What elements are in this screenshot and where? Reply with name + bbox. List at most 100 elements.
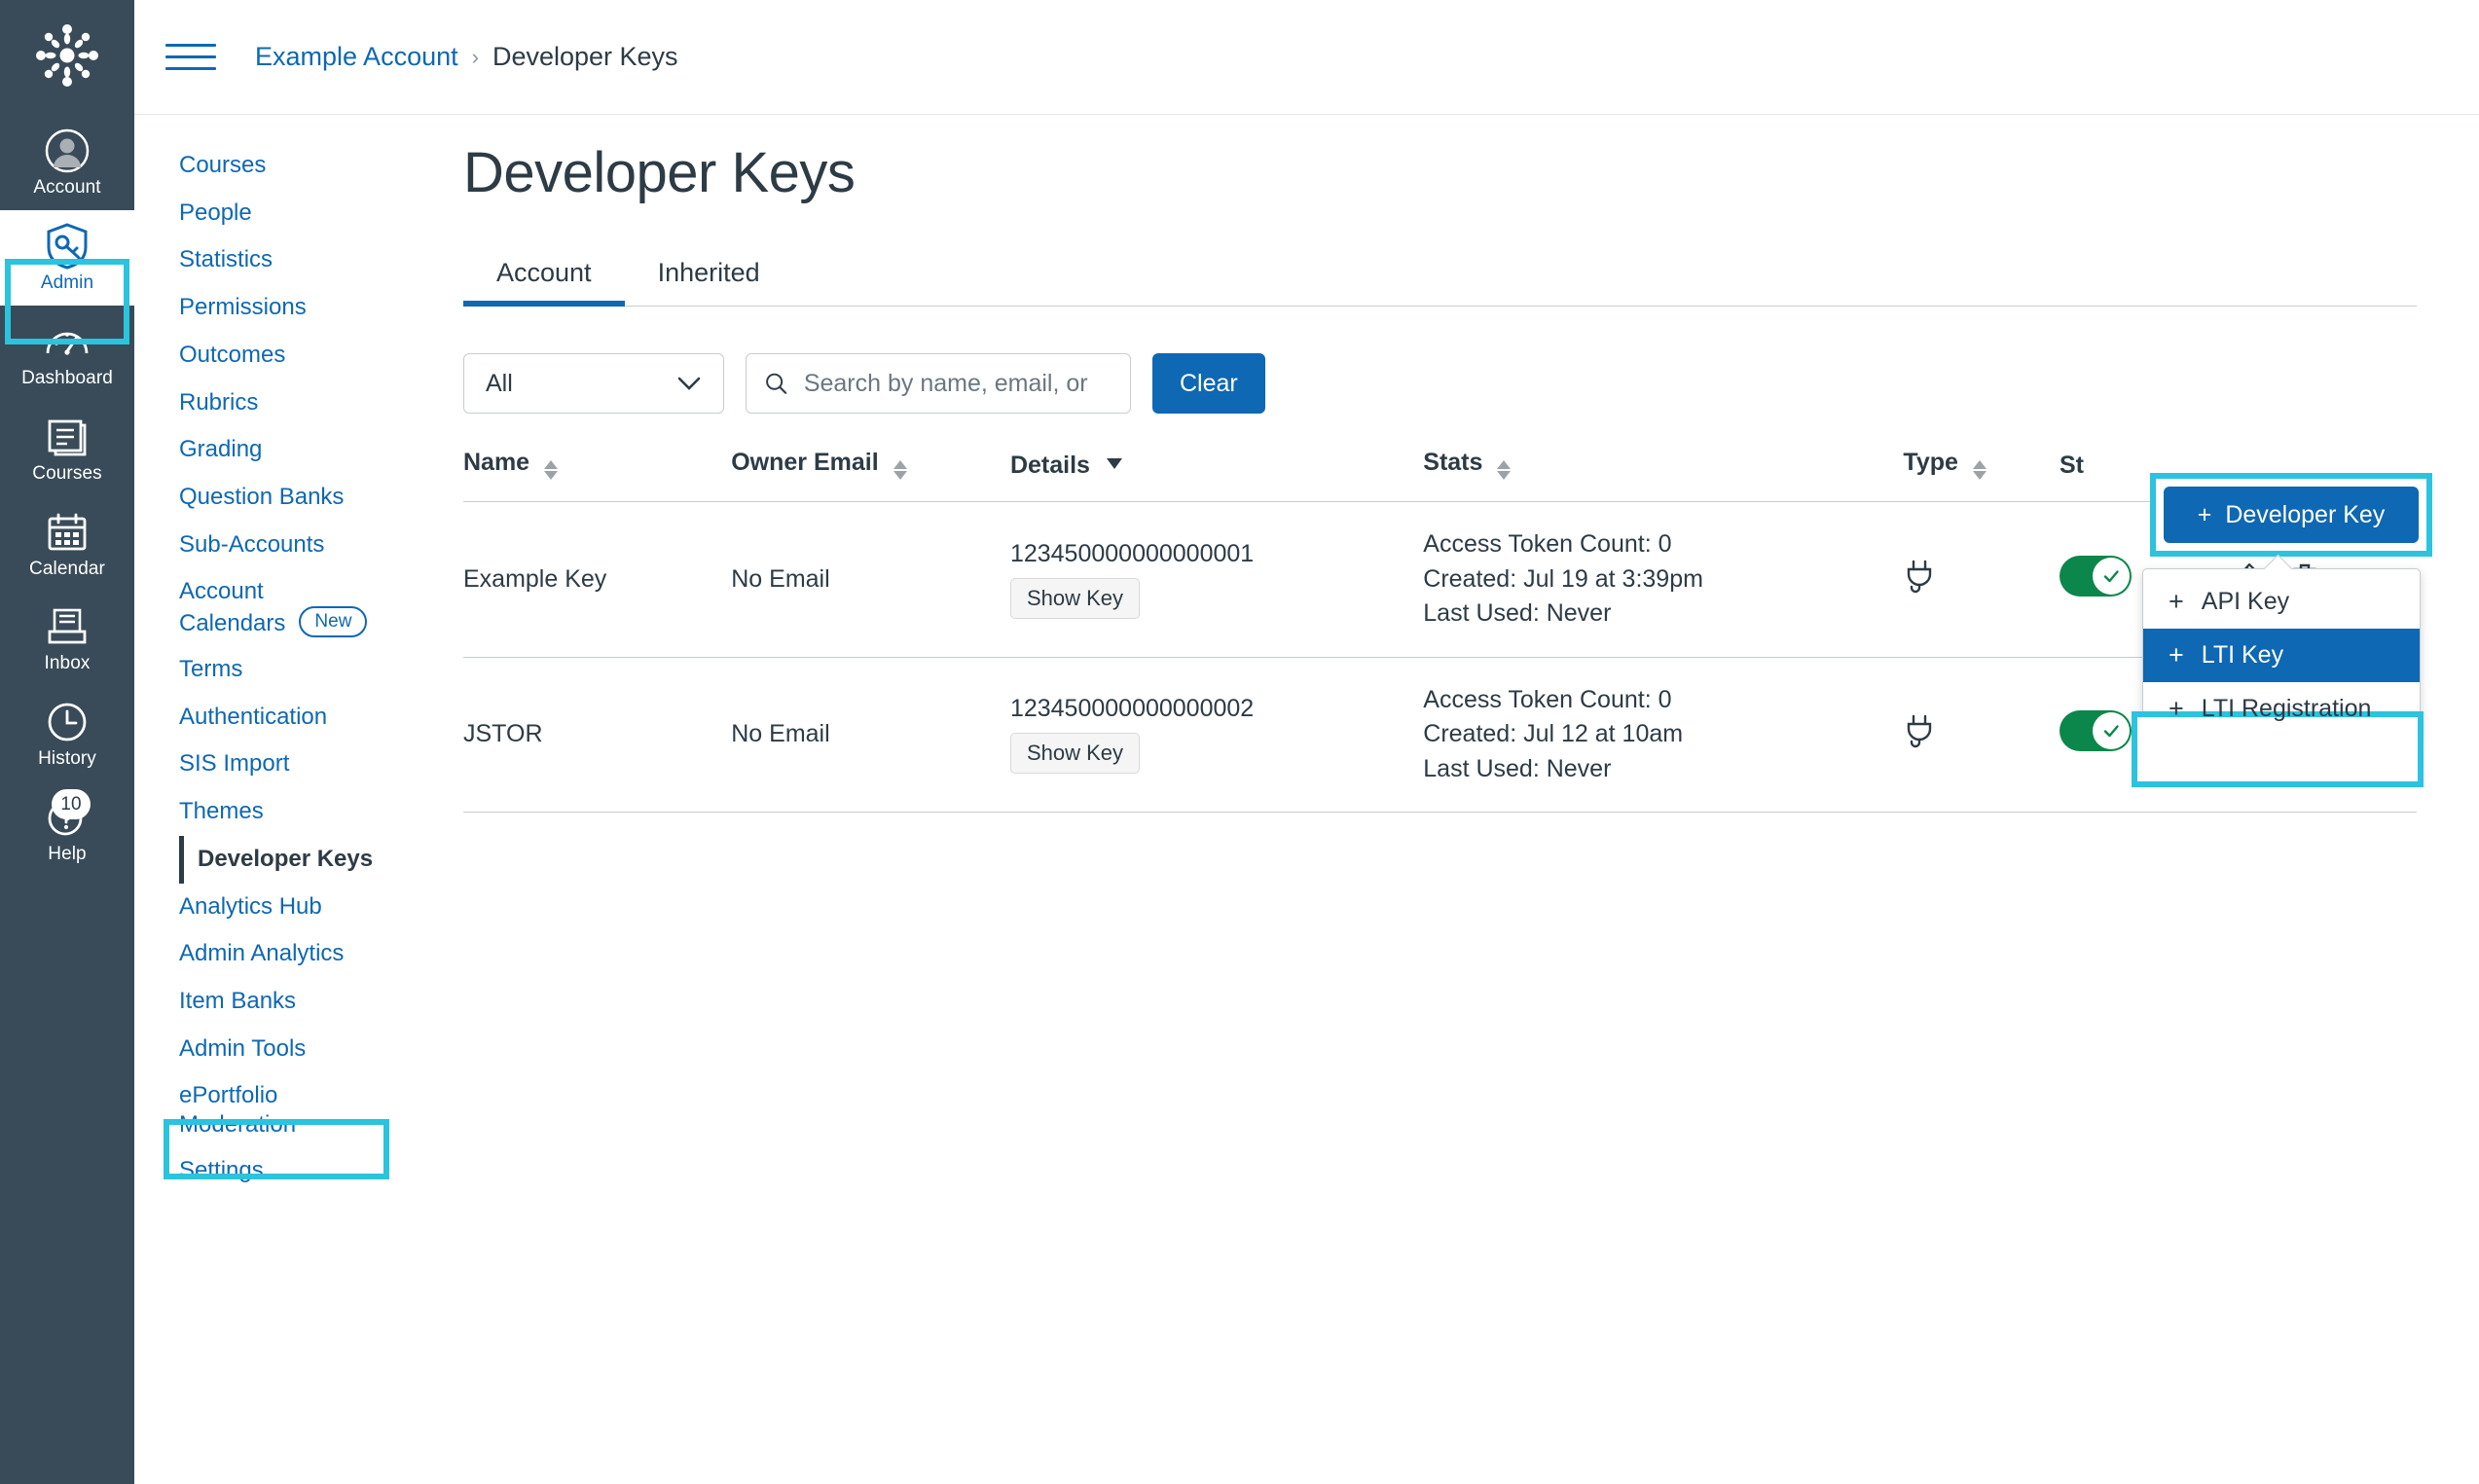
type-filter-select[interactable]: All [463, 353, 724, 414]
table-row: JSTOR No Email 123450000000000002 Show K… [463, 657, 2417, 813]
menu-item-lti-registration[interactable]: + LTI Registration [2143, 682, 2420, 736]
table-header-row: Name Owner Email Details Stats Type St [463, 449, 2417, 502]
global-navigation: Account Admin Dashboard Courses Calendar… [0, 0, 134, 1484]
show-key-button[interactable]: Show Key [1009, 733, 1140, 775]
breadcrumb-account-link[interactable]: Example Account [255, 42, 458, 72]
menu-item-api-key[interactable]: + API Key [2143, 575, 2420, 629]
add-developer-key-area: + Developer Key + API Key + LTI Key + LT… [2132, 473, 2432, 787]
global-nav-calendar-label: Calendar [29, 558, 105, 579]
global-nav-help-label: Help [48, 844, 87, 865]
subnav-item-settings[interactable]: Settings [179, 1147, 426, 1195]
stat-created: Created: Jul 12 at 10am [1423, 720, 1684, 747]
subnav-item-sub-accounts[interactable]: Sub-Accounts [179, 522, 426, 569]
header-name[interactable]: Name [463, 449, 732, 502]
tab-inherited[interactable]: Inherited [625, 250, 793, 306]
key-scope-tabs: Account Inherited [463, 250, 2417, 307]
help-badge-count: 10 [52, 789, 91, 820]
subnav-item-statistics[interactable]: Statistics [179, 236, 426, 284]
sort-icon [1972, 460, 1987, 480]
subnav-item-authentication[interactable]: Authentication [179, 694, 426, 742]
cell-owner-email: No Email [731, 501, 1010, 658]
search-input[interactable] [803, 369, 1112, 398]
subnav-item-admin-tools[interactable]: Admin Tools [179, 1026, 426, 1073]
header-details[interactable]: Details [1009, 449, 1424, 502]
toggle-knob [2092, 557, 2130, 595]
subnav-item-outcomes[interactable]: Outcomes [179, 332, 426, 380]
subnav-item-permissions[interactable]: Permissions [179, 284, 426, 332]
breadcrumb-separator-icon: › [471, 44, 479, 69]
subnav-item-grading[interactable]: Grading [179, 426, 426, 474]
stat-access-token-count: Access Token Count: 0 [1423, 685, 1672, 713]
add-developer-key-button[interactable]: + Developer Key [2164, 487, 2419, 543]
global-nav-calendar[interactable]: Calendar [0, 496, 134, 592]
menu-hamburger-icon[interactable] [165, 38, 216, 77]
menu-item-lti-key-label: LTI Key [2201, 641, 2284, 669]
developer-keys-page: Account Admin Dashboard Courses Calendar… [0, 0, 2479, 1484]
header-name-label: Name [463, 449, 530, 476]
cell-owner-email: No Email [731, 657, 1010, 813]
global-nav-history-label: History [38, 748, 96, 770]
global-nav-admin[interactable]: Admin [0, 209, 134, 306]
key-state-toggle[interactable] [2059, 710, 2132, 752]
page-title: Developer Keys [463, 141, 856, 204]
canvas-logo[interactable] [29, 18, 105, 93]
subnav-item-rubrics[interactable]: Rubrics [179, 380, 426, 427]
cell-details: 123450000000000001 Show Key [1009, 501, 1424, 658]
subnav-item-people[interactable]: People [179, 190, 426, 237]
new-badge: New [299, 605, 368, 637]
key-state-toggle[interactable] [2059, 555, 2132, 597]
subnav-item-admin-analytics[interactable]: Admin Analytics [179, 930, 426, 978]
stat-last-used: Last Used: Never [1423, 754, 1612, 782]
lti-plug-icon [1903, 560, 1936, 599]
global-nav-inbox[interactable]: Inbox [0, 591, 134, 686]
lti-plug-icon [1903, 715, 1936, 754]
subnav-item-themes[interactable]: Themes [179, 788, 426, 836]
tab-account[interactable]: Account [463, 250, 625, 307]
stat-last-used: Last Used: Never [1423, 599, 1612, 627]
subnav-item-terms[interactable]: Terms [179, 646, 426, 694]
header-owner-email-label: Owner Email [731, 449, 879, 476]
global-nav-account[interactable]: Account [0, 115, 134, 210]
show-key-button[interactable]: Show Key [1009, 577, 1140, 619]
dashboard-icon [42, 319, 92, 364]
search-box[interactable] [746, 353, 1131, 414]
global-nav-help[interactable]: 10 Help [0, 781, 134, 877]
clear-button[interactable]: Clear [1152, 353, 1265, 414]
subnav-item-question-banks[interactable]: Question Banks [179, 474, 426, 522]
menu-item-lti-key[interactable]: + LTI Key [2143, 629, 2420, 682]
global-nav-admin-label: Admin [40, 271, 94, 293]
add-key-dropdown-menu: + API Key + LTI Key + LTI Registration [2132, 568, 2424, 787]
table-header: Name Owner Email Details Stats Type St [463, 449, 2417, 502]
header-details-label: Details [1009, 452, 1090, 479]
global-nav-history[interactable]: History [0, 686, 134, 781]
global-nav-courses[interactable]: Courses [0, 401, 134, 496]
subnav-item-developer-keys[interactable]: Developer Keys [179, 835, 426, 884]
menu-item-api-key-label: API Key [2201, 588, 2290, 615]
subnav-item-analytics-hub[interactable]: Analytics Hub [179, 884, 426, 931]
global-nav-dashboard[interactable]: Dashboard [0, 306, 134, 401]
cell-name: Example Key [463, 501, 732, 658]
subnav-item-sis-import[interactable]: SIS Import [179, 741, 426, 788]
search-icon [766, 373, 787, 394]
user-avatar-icon [42, 128, 92, 173]
subnav-account-calendars-label: Account Calendars [179, 578, 286, 636]
subnav-item-account-calendars[interactable]: Account Calendars New [179, 568, 426, 646]
header-stats-label: Stats [1423, 449, 1483, 476]
global-nav-courses-label: Courses [32, 462, 102, 484]
subnav-item-courses[interactable]: Courses [179, 142, 426, 190]
toggle-knob [2092, 712, 2130, 750]
account-sub-navigation: Courses People Statistics Permissions Ou… [134, 115, 426, 1484]
subnav-item-eportfolio-moderation[interactable]: ePortfolio Moderation [179, 1072, 426, 1147]
shield-key-icon [42, 223, 92, 270]
table-row: Example Key No Email 123450000000000001 … [463, 501, 2417, 658]
header-owner-email[interactable]: Owner Email [731, 449, 1010, 502]
header-stats[interactable]: Stats [1423, 449, 1904, 502]
plus-icon: + [2169, 694, 2184, 723]
header-type[interactable]: Type [1903, 449, 2060, 502]
add-developer-key-label: Developer Key [2225, 500, 2386, 528]
top-breadcrumb-bar: Example Account › Developer Keys [134, 0, 2479, 115]
cell-type [1903, 657, 2060, 813]
stat-created: Created: Jul 19 at 3:39pm [1423, 564, 1703, 593]
menu-item-lti-registration-label: LTI Registration [2201, 695, 2372, 722]
subnav-item-item-banks[interactable]: Item Banks [179, 978, 426, 1026]
